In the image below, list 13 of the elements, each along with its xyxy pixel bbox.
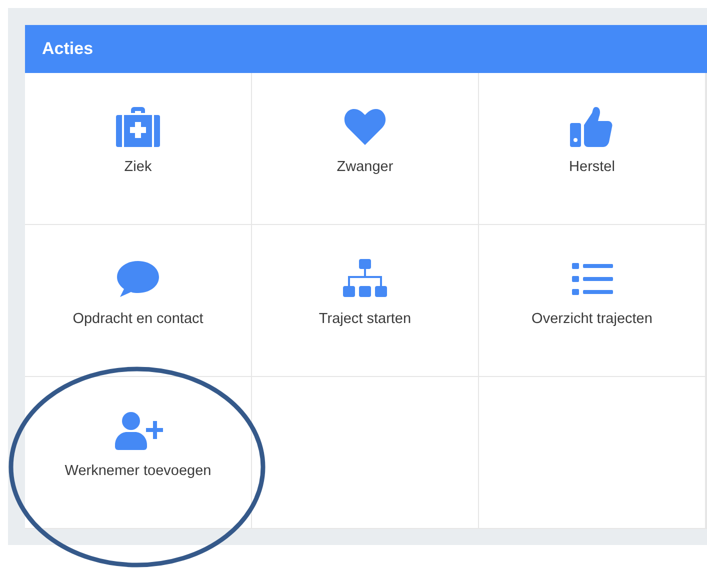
action-tile[interactable]: Ziek [25, 73, 251, 224]
action-tile[interactable]: Overzicht trajecten [479, 225, 705, 376]
sitemap-icon [343, 259, 387, 299]
thumbs-up-icon [570, 107, 614, 147]
speech-bubble-icon [116, 259, 160, 299]
action-tile[interactable]: Opdracht en contact [25, 225, 251, 376]
action-tile[interactable]: Herstel [479, 73, 705, 224]
action-tile[interactable]: Zwanger [252, 73, 478, 224]
heart-icon [343, 107, 387, 147]
medkit-icon [116, 107, 160, 147]
action-tile[interactable]: Traject starten [252, 225, 478, 376]
user-plus-icon [113, 411, 163, 451]
panel-title: Acties [25, 25, 707, 73]
